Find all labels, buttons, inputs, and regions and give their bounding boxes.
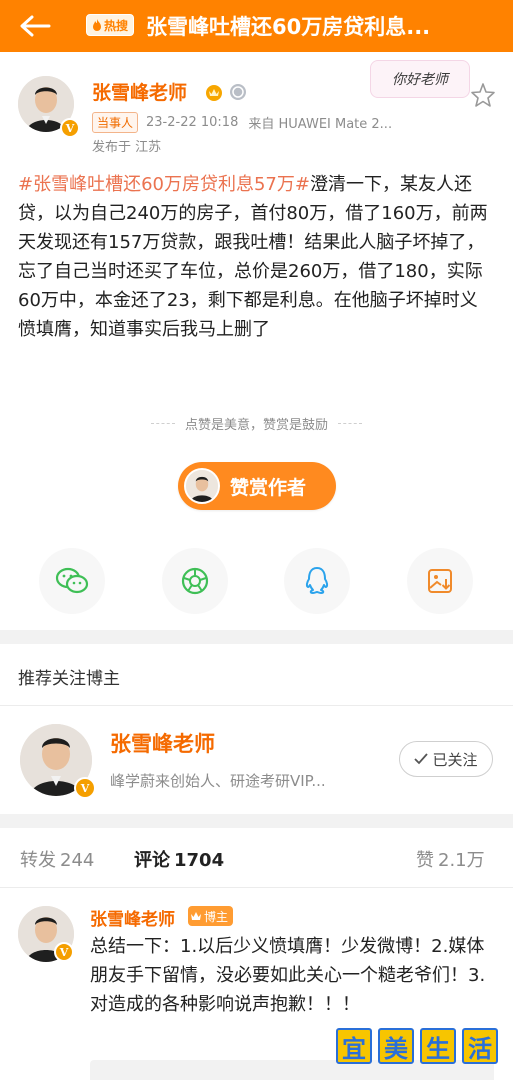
silver-medal-icon [230, 84, 246, 100]
post-body-text: 澄清一下，某友人还贷，以为自己240万的房子，首付80万，借了160万，前两天发… [18, 174, 488, 340]
tab-repost-count: 244 [60, 850, 95, 871]
star-icon[interactable] [470, 82, 496, 108]
party-tag: 当事人 [92, 112, 139, 133]
recommend-title: 推荐关注博主 [18, 669, 120, 689]
divider [150, 423, 175, 424]
reward-button-label: 赞赏作者 [230, 476, 307, 499]
share-moments-button[interactable] [162, 548, 228, 614]
hot-search-label: 热搜 [104, 18, 129, 33]
tab-comments-label: 评论 [134, 850, 170, 871]
section-gap [0, 814, 513, 828]
followed-button[interactable]: 已关注 [399, 741, 493, 777]
share-wechat-button[interactable] [39, 548, 105, 614]
blogger-tag-label: 博主 [204, 909, 229, 924]
recommend-name[interactable]: 张雪峰老师 [110, 728, 215, 758]
share-row [0, 548, 513, 614]
watermark-char: 宜 [336, 1028, 372, 1064]
wechat-icon [55, 567, 89, 594]
verified-badge-icon: V [74, 777, 96, 799]
moments-icon [181, 567, 209, 595]
author-name[interactable]: 张雪峰老师 [92, 78, 187, 105]
post-meta: 当事人 23-2-22 10:18 来自 HUAWEI Mate 2... [92, 112, 428, 133]
hot-search-badge[interactable]: 热搜 [86, 14, 135, 36]
section-gap [0, 630, 513, 644]
crown-icon [191, 912, 201, 920]
tab-repost-label: 转发 [20, 850, 56, 871]
share-qq-button[interactable] [284, 548, 350, 614]
tab-likes[interactable]: 赞 2.1万 [416, 846, 485, 872]
watermark: 宜 美 生 活 [336, 1028, 498, 1064]
post-time: 23-2-22 10:18 [146, 115, 239, 130]
page-title[interactable]: 张雪峰吐槽还60万房贷利息... [146, 11, 506, 41]
top-bar: 热搜 张雪峰吐槽还60万房贷利息... [0, 0, 513, 52]
crown-medal-icon [206, 85, 222, 101]
tab-repost[interactable]: 转发 244 [20, 846, 94, 872]
reward-avatar [184, 468, 220, 504]
save-image-button[interactable] [407, 548, 473, 614]
tab-comments[interactable]: 评论 1704 [134, 846, 224, 872]
greeting-sticker: 你好老师 [370, 60, 470, 98]
checkmark-icon [414, 753, 429, 765]
verified-badge-icon: V [60, 118, 80, 138]
comment-text: 总结一下：1.以后少义愤填膺！少发微博！2.媒体朋友手下留情，没必要如此关心一个… [90, 936, 486, 1015]
topic-link[interactable]: #张雪峰吐槽还60万房贷利息57万# [18, 174, 310, 195]
interaction-tabs: 转发 244 评论 1704 赞 2.1万 [0, 828, 513, 888]
arrow-left-icon [20, 15, 51, 37]
post-location: 发布于 江苏 [92, 140, 162, 155]
flame-icon [93, 19, 101, 31]
watermark-char: 生 [420, 1028, 456, 1064]
save-image-icon [428, 569, 452, 593]
verified-badge-icon: V [54, 942, 74, 962]
recommend-desc: 峰学蔚来创始人、研途考研VIP... [110, 772, 326, 790]
reward-button[interactable]: 赞赏作者 [178, 462, 336, 510]
followed-label: 已关注 [432, 750, 478, 769]
post-source: 来自 HUAWEI Mate 2... [248, 117, 393, 132]
divider [338, 423, 362, 424]
tab-comments-count: 1704 [174, 850, 225, 871]
watermark-char: 活 [462, 1028, 498, 1064]
watermark-char: 美 [378, 1028, 414, 1064]
post-body: #张雪峰吐槽还60万房贷利息57万#澄清一下，某友人还贷，以为自己240万的房子… [18, 170, 494, 344]
avatar-photo-icon [186, 470, 218, 502]
qq-icon [305, 567, 329, 594]
divider [0, 705, 513, 706]
sticker-text: 你好老师 [392, 72, 448, 88]
post-card: V 张雪峰老师 当事人 23-2-22 10:18 来自 HUAWEI Mate… [0, 52, 513, 630]
tab-likes-label: 赞 [416, 850, 434, 871]
comment-author[interactable]: 张雪峰老师 [90, 905, 175, 930]
back-button[interactable] [18, 10, 52, 42]
reward-tip-text: 点赞是美意，赞赏是鼓励 [184, 418, 328, 433]
blogger-tag: 博主 [188, 906, 234, 926]
reward-tip: 点赞是美意，赞赏是鼓励 [0, 414, 513, 433]
tab-likes-count: 2.1万 [438, 850, 485, 871]
